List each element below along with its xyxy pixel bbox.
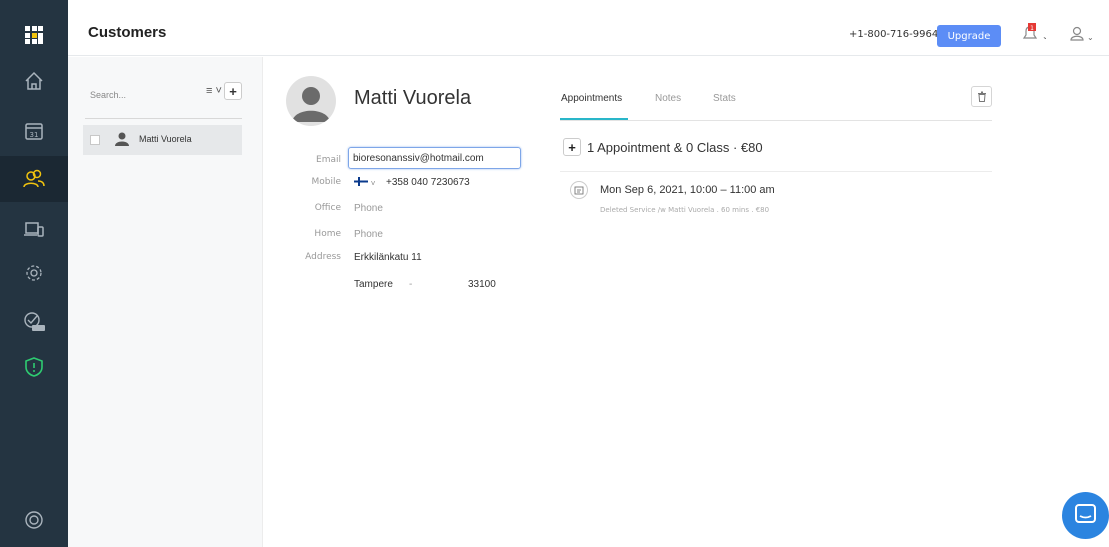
chat-icon <box>1075 504 1096 523</box>
mobile-label: Mobile <box>311 177 341 187</box>
finland-flag-icon <box>354 177 368 186</box>
lifebuoy-icon[interactable] <box>0 497 68 543</box>
appointment-icon <box>570 181 588 199</box>
check-beta-icon[interactable] <box>0 298 68 344</box>
search-input[interactable]: Search... <box>90 90 126 100</box>
city-field[interactable]: Tampere <box>354 279 393 290</box>
sidebar: 31 <box>0 0 68 547</box>
page-title: Customers <box>88 24 167 41</box>
bell-icon: 1⌄ <box>1022 23 1049 41</box>
notifications-button[interactable]: 1 ⌄ <box>1020 23 1049 48</box>
tab-notes[interactable]: Notes <box>655 93 681 104</box>
mobile-field[interactable]: +358 040 7230673 <box>386 177 470 188</box>
notification-badge: 1 <box>1030 25 1034 32</box>
appointment-date[interactable]: Mon Sep 6, 2021, 10:00 – 11:00 am <box>600 184 775 196</box>
delete-button[interactable] <box>971 86 992 107</box>
customer-list-panel: Search... ≡ ˅ + Matti Vuorela <box>68 57 263 547</box>
address-label: Address <box>305 252 341 262</box>
svg-text:31: 31 <box>30 131 39 139</box>
office-label: Office <box>314 203 341 213</box>
grid-logo-icon[interactable] <box>0 12 68 58</box>
appointment-summary: 1 Appointment & 0 Class · €80 <box>587 140 763 155</box>
search-underline <box>85 118 242 119</box>
chevron-down-icon: ⌄ <box>1087 33 1094 42</box>
office-phone-field[interactable]: Phone <box>354 203 383 214</box>
top-bar: Customers +1-800-716-9964 Upgrade 1 ⌄ ⌄ <box>68 10 1109 56</box>
calendar-icon[interactable]: 31 <box>0 108 68 154</box>
upgrade-button[interactable]: Upgrade <box>937 25 1001 47</box>
email-field[interactable]: bioresonanssiv@hotmail.com <box>348 147 521 169</box>
tab-appointments[interactable]: Appointments <box>561 93 622 104</box>
country-selector[interactable]: ˅ <box>354 177 375 189</box>
tabs-divider <box>560 120 992 121</box>
avatar[interactable] <box>286 76 336 126</box>
tab-stats[interactable]: Stats <box>713 93 736 104</box>
devices-icon[interactable] <box>0 206 68 252</box>
customers-icon[interactable] <box>0 156 68 202</box>
customer-title: Matti Vuorela <box>354 87 472 109</box>
gear-icon[interactable] <box>0 250 68 296</box>
address-separator: - <box>409 279 413 290</box>
app-root: 31 Customers +1-800-716-9964 Upgrade 1 ⌄ … <box>0 0 1109 547</box>
street-field[interactable]: Erkkilänkatu 11 <box>354 252 422 263</box>
user-menu[interactable]: ⌄ <box>1068 25 1094 50</box>
row-checkbox[interactable] <box>90 135 100 145</box>
support-phone: +1-800-716-9964 <box>849 29 939 40</box>
home-icon[interactable] <box>0 58 68 104</box>
chat-button[interactable] <box>1062 492 1109 539</box>
customer-name: Matti Vuorela <box>139 134 192 144</box>
sort-menu-icon[interactable]: ≡ ˅ <box>206 85 222 97</box>
appointments-divider <box>560 171 992 172</box>
email-label: Email <box>316 155 341 165</box>
list-item[interactable]: Matti Vuorela <box>83 125 242 155</box>
chevron-down-icon: ⌄ <box>1042 32 1046 41</box>
user-icon: ⌄ <box>1070 26 1094 42</box>
add-customer-button[interactable]: + <box>224 82 242 100</box>
zip-field[interactable]: 33100 <box>468 279 496 290</box>
avatar <box>115 132 129 146</box>
home-phone-field[interactable]: Phone <box>354 229 383 240</box>
trash-icon <box>977 91 986 102</box>
appointment-details: Deleted Service /w Matti Vuorela . 60 mi… <box>600 206 770 214</box>
add-appointment-button[interactable]: + <box>563 138 581 156</box>
shield-icon[interactable] <box>0 344 68 390</box>
home-label: Home <box>314 229 341 239</box>
